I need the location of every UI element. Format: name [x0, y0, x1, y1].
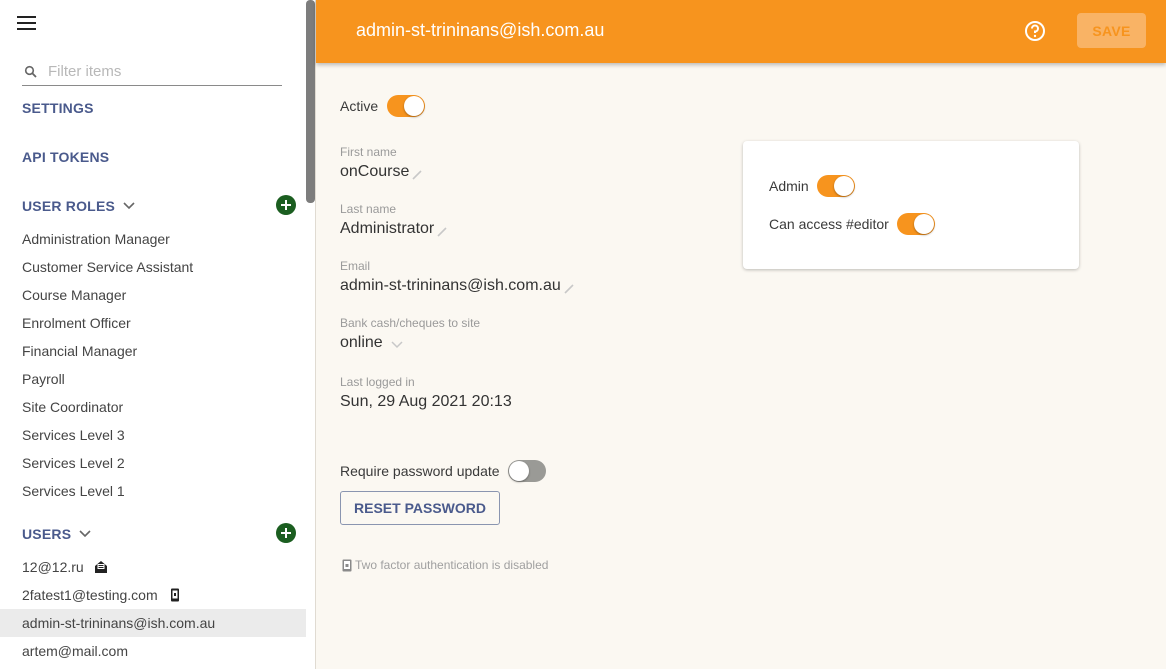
user-item[interactable]: artem@mail.com — [0, 637, 306, 665]
search-icon — [24, 65, 37, 78]
app-header: admin-st-trininans@ish.com.au SAVE — [316, 0, 1166, 63]
user-email: 2fatest1@testing.com — [22, 587, 158, 603]
email-input[interactable]: admin-st-trininans@ish.com.au — [340, 277, 574, 295]
users-list: 12@12.ru 2fatest1@testing.com admin-st-t… — [0, 553, 306, 665]
email-otp-icon — [94, 561, 107, 573]
user-roles-label: USER ROLES — [22, 198, 116, 214]
active-toggle[interactable] — [386, 95, 425, 117]
filter-input[interactable] — [48, 63, 268, 80]
user-role-item[interactable]: Customer Service Assistant — [0, 253, 306, 281]
active-label: Active — [340, 98, 379, 114]
pencil-icon — [437, 227, 447, 237]
users-label: USERS — [22, 526, 72, 542]
user-role-item[interactable]: Services Level 2 — [0, 449, 306, 477]
user-role-item[interactable]: Administration Manager — [0, 225, 306, 253]
bank-field: Bank cash/cheques to site online — [340, 316, 480, 352]
user-item[interactable]: 12@12.ru — [0, 553, 306, 581]
email-label: Email — [340, 259, 371, 273]
phone-lock-icon — [342, 559, 352, 571]
user-email: admin-st-trininans@ish.com.au — [22, 615, 216, 631]
users-heading[interactable]: USERS — [22, 526, 91, 542]
sidebar-scrollbar[interactable] — [306, 0, 315, 203]
bank-value: online — [340, 334, 383, 351]
first-name-label: First name — [340, 145, 397, 159]
permissions-card: Admin Can access #editor — [743, 141, 1079, 269]
add-user-role-button[interactable] — [276, 195, 296, 215]
last-name-label: Last name — [340, 202, 397, 216]
two-factor-status: Two factor authentication is disabled — [342, 558, 548, 572]
require-password-label: Require password update — [340, 463, 500, 479]
user-item[interactable]: 2fatest1@testing.com — [0, 581, 306, 609]
pencil-icon — [564, 284, 574, 294]
user-item-selected[interactable]: admin-st-trininans@ish.com.au — [0, 609, 306, 637]
editor-label: Can access #editor — [769, 216, 889, 232]
add-user-button[interactable] — [276, 523, 296, 543]
sidebar-api-tokens-link[interactable]: API TOKENS — [22, 149, 109, 165]
two-factor-text: Two factor authentication is disabled — [355, 558, 549, 572]
sidebar: SETTINGS API TOKENS USER ROLES Administr… — [0, 0, 316, 669]
user-form: Active First name onCourse Last name Adm… — [316, 63, 1166, 669]
user-roles-list: Administration Manager Customer Service … — [0, 225, 306, 505]
user-roles-heading[interactable]: USER ROLES — [22, 198, 135, 214]
user-role-item[interactable]: Payroll — [0, 365, 306, 393]
admin-label: Admin — [769, 178, 809, 194]
last-name-value: Administrator — [340, 220, 435, 237]
last-logged-field: Last logged in Sun, 29 Aug 2021 20:13 — [340, 375, 512, 411]
email-value: admin-st-trininans@ish.com.au — [340, 277, 561, 294]
user-role-item[interactable]: Enrolment Officer — [0, 309, 306, 337]
require-password-toggle[interactable] — [508, 460, 546, 482]
user-email: 12@12.ru — [22, 559, 84, 575]
help-icon[interactable] — [1024, 20, 1046, 42]
editor-row: Can access #editor — [769, 213, 936, 235]
chevron-down-icon — [123, 202, 135, 210]
last-name-field: Last name Administrator — [340, 202, 447, 238]
email-field: Email admin-st-trininans@ish.com.au — [340, 259, 574, 295]
user-role-item[interactable]: Services Level 3 — [0, 421, 306, 449]
user-role-item[interactable]: Services Level 1 — [0, 477, 306, 505]
active-row: Active — [340, 95, 425, 117]
admin-toggle[interactable] — [817, 175, 856, 197]
admin-row: Admin — [769, 175, 856, 197]
user-role-item[interactable]: Site Coordinator — [0, 393, 306, 421]
pencil-icon — [412, 170, 422, 180]
user-role-item[interactable]: Course Manager — [0, 281, 306, 309]
user-email: artem@mail.com — [22, 643, 129, 659]
user-role-item[interactable]: Financial Manager — [0, 337, 306, 365]
bank-select[interactable]: online — [340, 334, 480, 352]
menu-icon[interactable] — [17, 16, 36, 30]
chevron-down-icon — [391, 340, 403, 348]
last-name-input[interactable]: Administrator — [340, 220, 447, 238]
sidebar-settings-link[interactable]: SETTINGS — [22, 100, 94, 116]
chevron-down-icon — [79, 530, 91, 538]
save-button[interactable]: SAVE — [1077, 13, 1146, 48]
require-password-row: Require password update — [340, 460, 546, 482]
first-name-input[interactable]: onCourse — [340, 163, 422, 181]
phone-2fa-icon — [170, 588, 179, 602]
bank-label: Bank cash/cheques to site — [340, 316, 481, 330]
last-logged-label: Last logged in — [340, 375, 415, 389]
last-logged-value: Sun, 29 Aug 2021 20:13 — [340, 393, 512, 410]
page-title: admin-st-trininans@ish.com.au — [356, 20, 605, 40]
filter-field — [22, 58, 282, 86]
reset-password-button[interactable]: RESET PASSWORD — [340, 491, 500, 525]
editor-toggle[interactable] — [897, 213, 936, 235]
first-name-field: First name onCourse — [340, 145, 422, 181]
first-name-value: onCourse — [340, 163, 410, 180]
